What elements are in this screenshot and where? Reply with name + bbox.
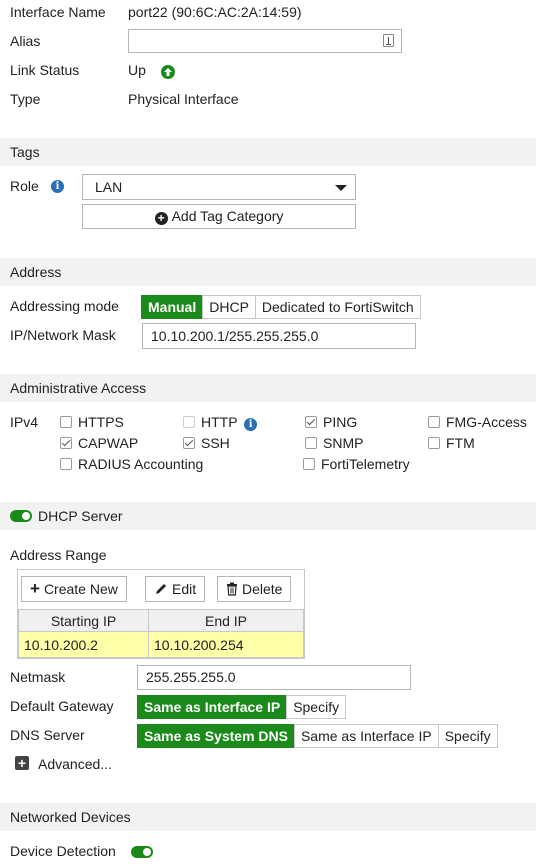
device-detection-toggle[interactable] bbox=[131, 846, 153, 858]
device-detection-label: Device Detection bbox=[10, 843, 116, 859]
advanced-link[interactable]: Advanced... bbox=[38, 756, 112, 772]
mode-manual-button[interactable]: Manual bbox=[141, 295, 204, 319]
role-select-value: LAN bbox=[95, 179, 123, 195]
plus-circle-icon: + bbox=[154, 212, 168, 225]
dns-specify-button[interactable]: Specify bbox=[437, 724, 498, 748]
gateway-specify-button[interactable]: Specify bbox=[286, 695, 347, 719]
http-checkbox[interactable] bbox=[183, 416, 195, 428]
text-entry-icon[interactable] bbox=[383, 34, 394, 47]
fortitelemetry-label: FortiTelemetry bbox=[321, 456, 410, 472]
ftm-checkbox[interactable] bbox=[428, 437, 440, 449]
mode-dhcp-button[interactable]: DHCP bbox=[202, 295, 256, 319]
addressing-mode-label: Addressing mode bbox=[10, 298, 119, 314]
default-gateway-group: Same as Interface IP Specify bbox=[137, 695, 347, 719]
access-fortitelemetry[interactable]: FortiTelemetry bbox=[303, 456, 410, 472]
gateway-same-as-interface-button[interactable]: Same as Interface IP bbox=[137, 695, 288, 719]
addressing-mode-group: Manual DHCP Dedicated to FortiSwitch bbox=[141, 295, 421, 319]
ssh-checkbox[interactable] bbox=[183, 437, 195, 449]
dhcp-server-section-header: DHCP Server bbox=[0, 502, 536, 530]
interface-name-value: port22 (90:6C:AC:2A:14:59) bbox=[128, 4, 302, 20]
create-new-button[interactable]: + Create New bbox=[21, 576, 127, 602]
interface-name-label: Interface Name bbox=[10, 4, 106, 20]
mode-fortiswitch-button[interactable]: Dedicated to FortiSwitch bbox=[254, 295, 421, 319]
netmask-label: Netmask bbox=[10, 669, 66, 685]
dns-server-group: Same as System DNS Same as Interface IP … bbox=[137, 724, 498, 748]
access-fmg[interactable]: FMG-Access bbox=[428, 414, 527, 430]
ping-checkbox[interactable] bbox=[305, 416, 317, 428]
info-icon[interactable]: i bbox=[51, 180, 64, 193]
dns-same-as-interface-button[interactable]: Same as Interface IP bbox=[293, 724, 439, 748]
caret-down-icon bbox=[335, 185, 347, 191]
address-range-label: Address Range bbox=[10, 547, 107, 563]
info-icon[interactable]: i bbox=[244, 418, 258, 431]
dns-same-as-system-button[interactable]: Same as System DNS bbox=[137, 724, 295, 748]
radius-accounting-label: RADIUS Accounting bbox=[78, 456, 204, 472]
fmg-access-checkbox[interactable] bbox=[428, 416, 440, 428]
access-snmp[interactable]: SNMP bbox=[305, 435, 363, 451]
ip-mask-label: IP/Network Mask bbox=[10, 327, 116, 343]
netmask-input[interactable]: 255.255.255.0 bbox=[137, 665, 411, 690]
starting-ip-cell: 10.10.200.2 bbox=[18, 631, 149, 658]
ipv4-label: IPv4 bbox=[10, 414, 39, 430]
role-select[interactable]: LAN bbox=[82, 174, 356, 200]
alias-input[interactable] bbox=[128, 29, 402, 53]
snmp-checkbox[interactable] bbox=[305, 437, 317, 449]
alias-label: Alias bbox=[10, 33, 41, 49]
type-label: Type bbox=[10, 91, 41, 107]
access-radius[interactable]: RADIUS Accounting bbox=[60, 456, 203, 472]
access-ssh[interactable]: SSH bbox=[183, 435, 230, 451]
capwap-label: CAPWAP bbox=[78, 435, 139, 451]
add-tag-category-label: Add Tag Category bbox=[171, 208, 284, 224]
pencil-icon bbox=[156, 584, 166, 594]
https-label: HTTPS bbox=[78, 414, 124, 430]
tags-section-header: Tags bbox=[0, 138, 536, 166]
edit-label: Edit bbox=[172, 581, 197, 597]
default-gateway-label: Default Gateway bbox=[10, 698, 114, 714]
access-capwap[interactable]: CAPWAP bbox=[60, 435, 138, 451]
role-label: Role bbox=[10, 178, 39, 194]
access-ftm[interactable]: FTM bbox=[428, 435, 475, 451]
ftm-label: FTM bbox=[446, 435, 475, 451]
dhcp-server-toggle[interactable] bbox=[10, 510, 32, 522]
snmp-label: SNMP bbox=[323, 435, 364, 451]
dns-server-label: DNS Server bbox=[10, 727, 85, 743]
type-value: Physical Interface bbox=[128, 91, 239, 107]
https-checkbox[interactable] bbox=[60, 416, 72, 428]
capwap-checkbox[interactable] bbox=[60, 437, 72, 449]
admin-access-section-header: Administrative Access bbox=[0, 374, 536, 402]
add-tag-category-button[interactable]: + Add Tag Category bbox=[82, 204, 356, 229]
column-header-end-ip[interactable]: End IP bbox=[148, 609, 304, 632]
link-status-value: Up bbox=[128, 62, 146, 78]
radius-accounting-checkbox[interactable] bbox=[60, 458, 72, 470]
fortitelemetry-checkbox[interactable] bbox=[303, 458, 315, 470]
fmg-access-label: FMG-Access bbox=[446, 414, 527, 430]
trash-icon bbox=[227, 582, 237, 596]
access-ping[interactable]: PING bbox=[305, 414, 357, 430]
ssh-label: SSH bbox=[201, 435, 230, 451]
access-http[interactable]: HTTP i bbox=[183, 414, 258, 431]
plus-icon: + bbox=[30, 579, 40, 598]
column-header-starting-ip[interactable]: Starting IP bbox=[18, 609, 149, 632]
arrow-up-icon bbox=[161, 65, 175, 79]
access-https[interactable]: HTTPS bbox=[60, 414, 124, 430]
delete-button[interactable]: Delete bbox=[217, 576, 292, 602]
ping-label: PING bbox=[323, 414, 358, 430]
edit-button[interactable]: Edit bbox=[145, 576, 206, 602]
end-ip-cell: 10.10.200.254 bbox=[148, 631, 304, 658]
delete-label: Delete bbox=[242, 581, 283, 597]
networked-devices-section-header: Networked Devices bbox=[0, 803, 536, 831]
address-range-table: Starting IP End IP 10.10.200.2 10.10.200… bbox=[18, 609, 304, 658]
link-status-label: Link Status bbox=[10, 62, 80, 78]
ip-mask-input[interactable]: 10.10.200.1/255.255.255.0 bbox=[142, 323, 416, 349]
table-row[interactable]: 10.10.200.2 10.10.200.254 bbox=[18, 631, 304, 658]
create-new-label: Create New bbox=[43, 581, 118, 597]
address-section-header: Address bbox=[0, 258, 536, 286]
http-label: HTTP bbox=[201, 414, 238, 430]
expand-plus-icon[interactable]: + bbox=[15, 756, 29, 770]
